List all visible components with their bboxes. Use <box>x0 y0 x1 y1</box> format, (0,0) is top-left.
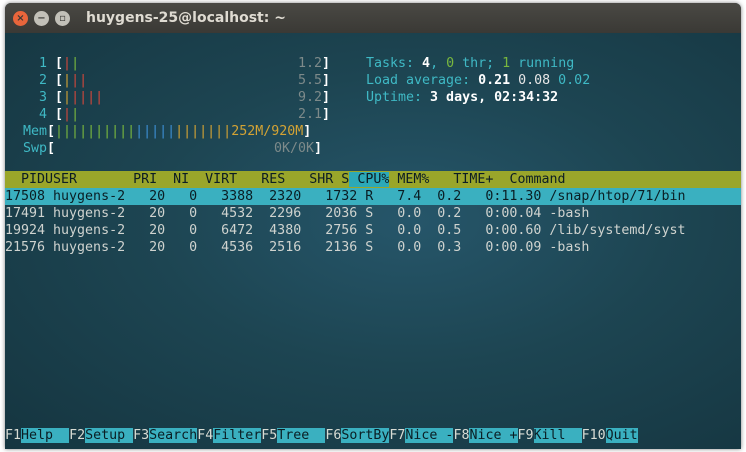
cpu-meter-1: 1 [|| 1.2] <box>23 55 330 72</box>
fkey-label-f4[interactable]: Filter <box>213 428 262 443</box>
fkey-f2[interactable]: F2 <box>69 428 85 443</box>
column-ni[interactable]: NI <box>157 172 189 187</box>
bracket: ] <box>322 56 331 71</box>
column-cpu[interactable]: CPU% <box>349 172 390 187</box>
cpu-label: 1 <box>23 56 56 71</box>
column-virt[interactable]: VIRT <box>189 172 237 187</box>
table-row[interactable]: 21576 huygens-2 20 0 4536 2516 2136 S 0.… <box>5 239 741 256</box>
maximize-icon[interactable]: ▫ <box>55 10 70 26</box>
cpu-meter-4: 4 [|| 2.1] <box>23 106 330 123</box>
cpu-bar: ||| 5.5 <box>63 72 322 89</box>
column-pri[interactable]: PRI <box>125 172 157 187</box>
fkey-label-f2[interactable]: Setup <box>85 428 134 443</box>
cpu-label: 3 <box>23 90 56 105</box>
fkey-label-f7[interactable]: Nice - <box>405 428 454 443</box>
table-row[interactable]: 17508 huygens-2 20 0 3388 2320 1732 R 7.… <box>5 188 741 205</box>
cpu-value: 5.5 <box>298 73 323 88</box>
bar-segment: | <box>79 90 88 105</box>
fkey-f8[interactable]: F8 <box>453 428 469 443</box>
fkey-label-f1[interactable]: Help <box>21 428 70 443</box>
column-mem[interactable]: MEM% <box>389 172 429 187</box>
bar-segment: | <box>71 56 80 71</box>
cpu-value: 2.1 <box>298 107 323 122</box>
fkey-f7[interactable]: F7 <box>389 428 405 443</box>
column-time[interactable]: TIME+ <box>429 172 501 187</box>
cpu-meter-2: 2 [||| 5.5] <box>23 72 330 89</box>
bar-segment: | <box>87 90 96 105</box>
fkey-f6[interactable]: F6 <box>325 428 341 443</box>
fkey-f10[interactable]: F10 <box>582 428 606 443</box>
fkey-label-f8[interactable]: Nice + <box>469 428 518 443</box>
column-shr[interactable]: SHR <box>285 172 333 187</box>
column-s[interactable]: S <box>333 172 349 187</box>
fkey-f4[interactable]: F4 <box>197 428 213 443</box>
fkey-label-f6[interactable]: SortBy <box>341 428 390 443</box>
bracket: [ <box>55 56 64 71</box>
mem-meter: Mem[||||||||||||||||||||||252M/920M] <box>23 124 312 139</box>
table-row[interactable]: 17491 huygens-2 20 0 4532 2296 2036 S 0.… <box>5 205 741 222</box>
tasks-summary: Tasks: 4, 0 thr; 1 running <box>366 56 575 71</box>
fkey-label-f9[interactable]: Kill <box>533 428 582 443</box>
column-user[interactable]: USER <box>45 172 125 187</box>
title-bar: × − ▫ huygens-25@localhost: ~ <box>5 3 741 33</box>
column-res[interactable]: RES <box>237 172 285 187</box>
table-row[interactable]: 19924 huygens-2 20 0 6472 4380 2756 S 0.… <box>5 222 741 239</box>
cpu-bar: ||||| 9.2 <box>63 89 322 106</box>
bar-segment: | <box>63 56 72 71</box>
bar-segment: | <box>71 73 80 88</box>
cpu-label: 4 <box>23 107 56 122</box>
bracket: ] <box>322 73 331 88</box>
bar-segment: | <box>63 107 72 122</box>
fkey-f5[interactable]: F5 <box>261 428 277 443</box>
minimize-icon[interactable]: − <box>34 10 49 26</box>
function-key-bar: F1Help F2Setup F3SearchF4FilterF5Tree F6… <box>5 427 741 444</box>
fkey-f1[interactable]: F1 <box>5 428 21 443</box>
fkey-label-f3[interactable]: Search <box>149 428 198 443</box>
bracket: ] <box>322 107 331 122</box>
cpu-meter-3: 3 [||||| 9.2] <box>23 89 330 106</box>
fkey-label-f5[interactable]: Tree <box>277 428 326 443</box>
bracket: [ <box>55 107 64 122</box>
column-pid[interactable]: PID <box>5 172 45 187</box>
bracket: ] <box>322 90 331 105</box>
window-title: huygens-25@localhost: ~ <box>86 10 286 26</box>
cpu-bar: || 2.1 <box>63 106 322 123</box>
bar-segment: | <box>95 90 104 105</box>
cpu-value: 1.2 <box>298 56 323 71</box>
close-icon[interactable]: × <box>13 10 28 26</box>
bar-segment: | <box>71 107 80 122</box>
swp-meter: Swp[0K/0K] <box>23 141 323 156</box>
uptime: Uptime: 3 days, 02:34:32 <box>366 90 559 105</box>
bracket: [ <box>55 73 64 88</box>
terminal-window: × − ▫ huygens-25@localhost: ~ 1 [|| 1.2] … <box>5 3 741 449</box>
fkey-label-f10[interactable]: Quit <box>605 428 638 443</box>
fkey-f3[interactable]: F3 <box>133 428 149 443</box>
cpu-label: 2 <box>23 73 56 88</box>
load-average: Load average: 0.21 0.08 0.02 <box>366 73 591 88</box>
column-command[interactable]: Command <box>501 172 565 187</box>
bracket: [ <box>55 90 64 105</box>
fkey-f9[interactable]: F9 <box>518 428 534 443</box>
bar-segment: | <box>79 73 88 88</box>
bar-segment: | <box>71 90 80 105</box>
cpu-bar: || 1.2 <box>63 55 322 72</box>
terminal-area[interactable]: 1 [|| 1.2] 2 [||| 5.5] 3 [||||| 9.2] 4 [|| 2… <box>5 33 741 449</box>
cpu-value: 9.2 <box>298 90 323 105</box>
process-table-header[interactable]: PIDUSER PRI NI VIRT RES SHR S CPU% MEM% … <box>5 171 741 188</box>
bar-segment: | <box>63 90 72 105</box>
bar-segment: | <box>63 73 72 88</box>
